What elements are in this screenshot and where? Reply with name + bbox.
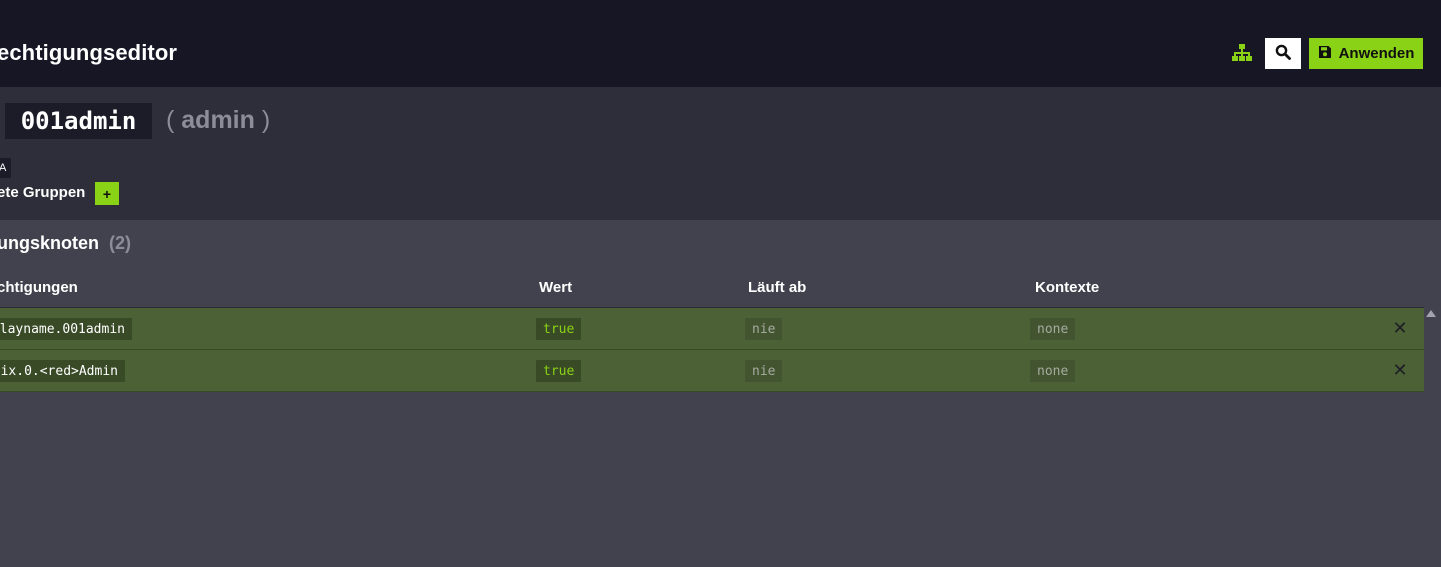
inherited-groups-label: ete Gruppen — [0, 184, 86, 201]
permission-count: (2) — [109, 233, 131, 253]
apply-label: Anwenden — [1338, 45, 1415, 62]
delete-row-button[interactable]: ✕ — [1391, 317, 1409, 339]
page-title: echtigungseditor — [0, 40, 178, 65]
close-icon: ✕ — [1392, 317, 1408, 339]
network-tree-icon[interactable] — [1231, 42, 1253, 64]
permission-value[interactable]: true — [536, 318, 582, 340]
group-chip[interactable]: A — [0, 158, 11, 178]
permission-expiry[interactable]: nie — [745, 360, 783, 382]
apply-button[interactable]: Anwenden — [1309, 38, 1423, 69]
table-row[interactable]: displayname.001admin true nie none ✕ — [0, 308, 1424, 350]
section-title: ungsknoten — [0, 233, 99, 253]
top-bar: echtigungseditor Anwenden — [0, 0, 1441, 87]
close-icon: ✕ — [1392, 359, 1408, 381]
permission-expiry[interactable]: nie — [745, 318, 783, 340]
primary-group: ( admin ) — [166, 106, 271, 134]
primary-group-label: admin — [181, 106, 255, 134]
column-header-expiry[interactable]: Läuft ab — [748, 279, 806, 296]
permission-value[interactable]: true — [536, 360, 582, 382]
permission-node[interactable]: prefix.0.<red>Admin — [0, 360, 125, 382]
permission-context[interactable]: none — [1030, 318, 1076, 340]
column-header-permission[interactable]: chtigungen — [0, 279, 78, 296]
scroll-up-icon[interactable] — [1426, 310, 1436, 317]
column-header-contexts[interactable]: Kontexte — [1035, 279, 1099, 296]
table-row[interactable]: prefix.0.<red>Admin true nie none ✕ — [0, 350, 1424, 392]
user-info-panel: 001admin ( admin ) A ete Gruppen + — [0, 87, 1441, 220]
username: 001admin — [5, 103, 152, 139]
save-icon — [1318, 45, 1332, 63]
permission-nodes-section: ungsknoten (2) chtigungen Wert Läuft ab K… — [0, 220, 1441, 567]
permission-context[interactable]: none — [1030, 360, 1076, 382]
search-button[interactable] — [1265, 38, 1301, 69]
column-header-value[interactable]: Wert — [539, 279, 572, 296]
delete-row-button[interactable]: ✕ — [1391, 359, 1409, 381]
permission-nodes-title: ungsknoten (2) — [0, 233, 131, 254]
search-icon — [1275, 44, 1291, 63]
add-group-button[interactable]: + — [95, 182, 119, 205]
permission-node[interactable]: displayname.001admin — [0, 318, 132, 340]
